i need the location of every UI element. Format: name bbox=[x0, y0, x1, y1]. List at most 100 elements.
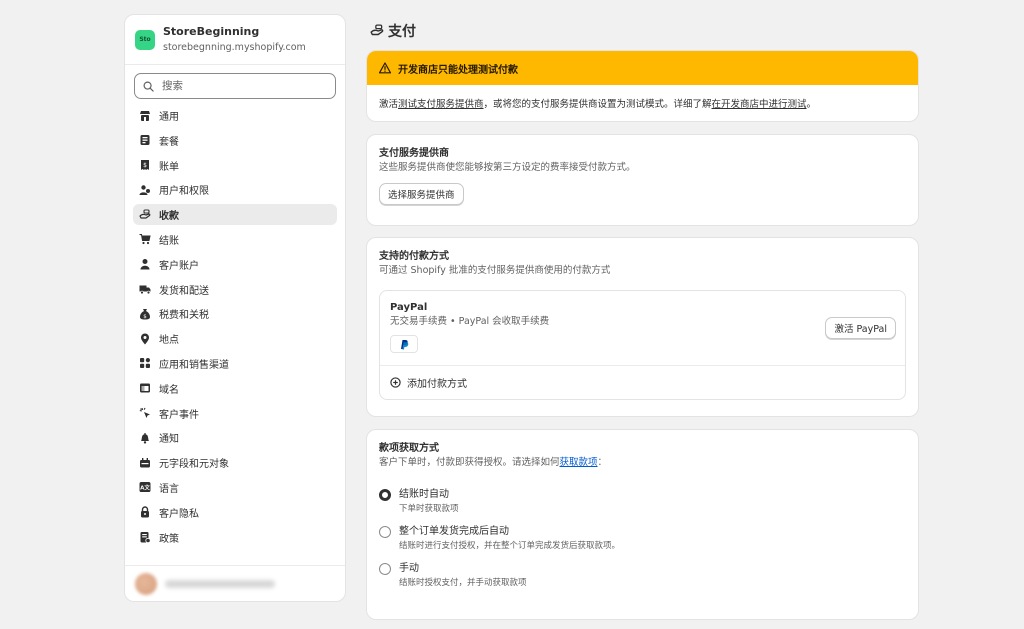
sidebar-item-label: 套餐 bbox=[159, 136, 179, 148]
providers-title: 支付服务提供商 bbox=[379, 148, 449, 159]
sidebar-item-customer-privacy[interactable]: 客户隐私 bbox=[133, 502, 337, 523]
sidebar-item-label: 元字段和元对象 bbox=[159, 459, 229, 471]
radio-manual[interactable] bbox=[379, 563, 391, 575]
sidebar-item-label: 税费和关税 bbox=[159, 310, 209, 322]
bell-icon bbox=[139, 432, 151, 444]
store-name: StoreBeginning bbox=[163, 24, 260, 38]
store-header[interactable]: Sto StoreBeginning storebegnning.myshopi… bbox=[125, 15, 345, 65]
globe-icon bbox=[139, 382, 151, 394]
capture-method-card: 款项获取方式 客户下单时，付款即获得授权。请选择如何获取款项： 结账时自动 下单… bbox=[366, 429, 919, 620]
sidebar-item-languages[interactable]: A文 语言 bbox=[133, 477, 337, 498]
sidebar-item-label: 客户隐私 bbox=[159, 508, 199, 520]
cart-icon bbox=[139, 233, 151, 245]
option-label: 手动 bbox=[399, 563, 419, 574]
capture-title: 款项获取方式 bbox=[379, 443, 439, 454]
sidebar-item-label: 结账 bbox=[159, 235, 179, 247]
apps-icon bbox=[139, 357, 151, 369]
radio-auto-fulfilled[interactable] bbox=[379, 526, 391, 538]
dev-store-testing-link[interactable]: 在开发商店中进行测试 bbox=[712, 96, 807, 110]
sidebar-item-billing[interactable]: $ 账单 bbox=[133, 155, 337, 176]
search-icon bbox=[143, 81, 154, 92]
sidebar-item-label: 客户账户 bbox=[159, 260, 199, 272]
store-url: storebegnning.myshopify.com bbox=[163, 41, 306, 53]
sidebar-item-label: 发货和配送 bbox=[159, 285, 209, 297]
sidebar-item-checkout[interactable]: 结账 bbox=[133, 229, 337, 250]
sidebar-item-label: 账单 bbox=[159, 161, 179, 173]
capture-option-auto-checkout[interactable]: 结账时自动 下单时获取款项 bbox=[379, 488, 906, 516]
add-method-label: 添加付款方式 bbox=[407, 379, 467, 390]
sidebar-item-domains[interactable]: 域名 bbox=[133, 378, 337, 399]
sidebar-item-label: 收款 bbox=[159, 211, 179, 223]
payment-methods-card: 支持的付款方式 可通过 Shopify 批准的支付服务提供商使用的付款方式 Pa… bbox=[366, 237, 919, 417]
option-help: 下单时获取款项 bbox=[399, 504, 459, 514]
sidebar-item-plan[interactable]: 套餐 bbox=[133, 130, 337, 151]
sidebar-item-label: 通用 bbox=[159, 112, 179, 123]
sidebar-item-label: 域名 bbox=[159, 384, 179, 396]
search-input[interactable] bbox=[162, 80, 322, 92]
sidebar-item-label: 通知 bbox=[159, 434, 179, 446]
search-box[interactable] bbox=[134, 73, 336, 99]
paypal-logo bbox=[390, 335, 418, 353]
sidebar-item-taxes[interactable]: $ 税费和关税 bbox=[133, 303, 337, 324]
sidebar-item-label: 政策 bbox=[159, 533, 179, 545]
sidebar-item-customer-accounts[interactable]: 客户账户 bbox=[133, 254, 337, 275]
paypal-method-box: PayPal 无交易手续费 • PayPal 会收取手续费 激活 PayPal … bbox=[379, 290, 906, 400]
capture-subtitle-post: ： bbox=[597, 457, 608, 468]
store-icon bbox=[139, 110, 151, 122]
banner-body: 激活 测试支付服务提供商 ，或将您的支付服务提供商设置为测试模式。详细了解 在开发商店… bbox=[367, 85, 918, 121]
payments-icon bbox=[370, 24, 384, 36]
sidebar-item-notifications[interactable]: 通知 bbox=[133, 427, 337, 448]
activate-paypal-button[interactable]: 激活 PayPal bbox=[825, 317, 896, 339]
sidebar-item-metafields[interactable]: 元字段和元对象 bbox=[133, 452, 337, 473]
option-label: 结账时自动 bbox=[399, 489, 449, 500]
metafields-icon bbox=[139, 457, 151, 469]
sidebar-item-customer-events[interactable]: 客户事件 bbox=[133, 403, 337, 424]
sidebar-item-label: 客户事件 bbox=[159, 409, 199, 421]
paypal-fee: 无交易手续费 • PayPal 会收取手续费 bbox=[390, 316, 550, 327]
tax-icon: $ bbox=[139, 308, 151, 320]
user-name-redacted bbox=[165, 579, 275, 588]
capture-payment-link[interactable]: 获取款项 bbox=[560, 457, 598, 468]
option-help: 结账时进行支付授权，并在整个订单完成发货后获取款项。 bbox=[399, 541, 621, 551]
sidebar-item-payments[interactable]: 收款 bbox=[133, 204, 337, 226]
language-icon: A文 bbox=[139, 481, 151, 493]
paypal-icon bbox=[401, 339, 409, 349]
option-help: 结账时授权支付，并手动获取款项 bbox=[399, 578, 527, 588]
sidebar-item-users[interactable]: 用户和权限 bbox=[133, 179, 337, 200]
page-title-text: 支付 bbox=[388, 24, 416, 40]
svg-text:$: $ bbox=[143, 162, 147, 169]
choose-provider-button[interactable]: 选择服务提供商 bbox=[379, 183, 464, 205]
sidebar-item-apps[interactable]: 应用和销售渠道 bbox=[133, 353, 337, 374]
page-title: 支付 bbox=[370, 21, 416, 41]
policy-icon bbox=[139, 531, 151, 544]
users-icon bbox=[139, 184, 151, 196]
settings-nav: 通用 套餐 $ 账单 用户和权限 收款 结账 客户账户 发货和配送 $ 税费和关税 … bbox=[125, 105, 345, 548]
methods-subtitle: 可通过 Shopify 批准的支付服务提供商使用的付款方式 bbox=[379, 265, 611, 276]
sidebar-item-label: 用户和权限 bbox=[159, 186, 209, 198]
sidebar-item-general[interactable]: 通用 bbox=[133, 105, 337, 126]
warning-icon bbox=[379, 62, 391, 74]
capture-option-manual[interactable]: 手动 结账时授权支付，并手动获取款项 bbox=[379, 562, 906, 590]
radio-auto-checkout[interactable] bbox=[379, 489, 391, 501]
banner-header: 开发商店只能处理测试付款 bbox=[367, 51, 918, 85]
person-icon bbox=[139, 258, 151, 270]
capture-subtitle: 客户下单时，付款即获得授权。请选择如何获取款项： bbox=[379, 456, 906, 470]
test-gateway-link[interactable]: 测试支付服务提供商 bbox=[398, 96, 484, 110]
cursor-icon bbox=[139, 407, 151, 419]
sidebar-item-locations[interactable]: 地点 bbox=[133, 328, 337, 349]
avatar bbox=[135, 572, 157, 595]
sidebar-item-label: 应用和销售渠道 bbox=[159, 359, 229, 371]
dev-store-banner: 开发商店只能处理测试付款 激活 测试支付服务提供商 ，或将您的支付服务提供商设置为测… bbox=[366, 50, 919, 122]
truck-icon bbox=[139, 283, 151, 295]
option-label: 整个订单发货完成后自动 bbox=[399, 526, 509, 537]
add-payment-method-button[interactable]: 添加付款方式 bbox=[380, 366, 905, 399]
user-account-row[interactable] bbox=[125, 565, 345, 601]
capture-option-auto-fulfilled[interactable]: 整个订单发货完成后自动 结账时进行支付授权，并在整个订单完成发货后获取款项。 bbox=[379, 525, 906, 553]
location-icon bbox=[139, 333, 151, 345]
providers-subtitle: 这些服务提供商使您能够按第三方设定的费率接受付款方式。 bbox=[379, 162, 636, 173]
sidebar-item-label: 地点 bbox=[159, 335, 179, 347]
sidebar-item-policies[interactable]: 政策 bbox=[133, 527, 337, 548]
banner-text-pre: 激活 bbox=[379, 99, 399, 110]
sidebar-item-shipping[interactable]: 发货和配送 bbox=[133, 279, 337, 300]
payment-providers-card: 支付服务提供商 这些服务提供商使您能够按第三方设定的费率接受付款方式。 选择服务… bbox=[366, 134, 919, 226]
